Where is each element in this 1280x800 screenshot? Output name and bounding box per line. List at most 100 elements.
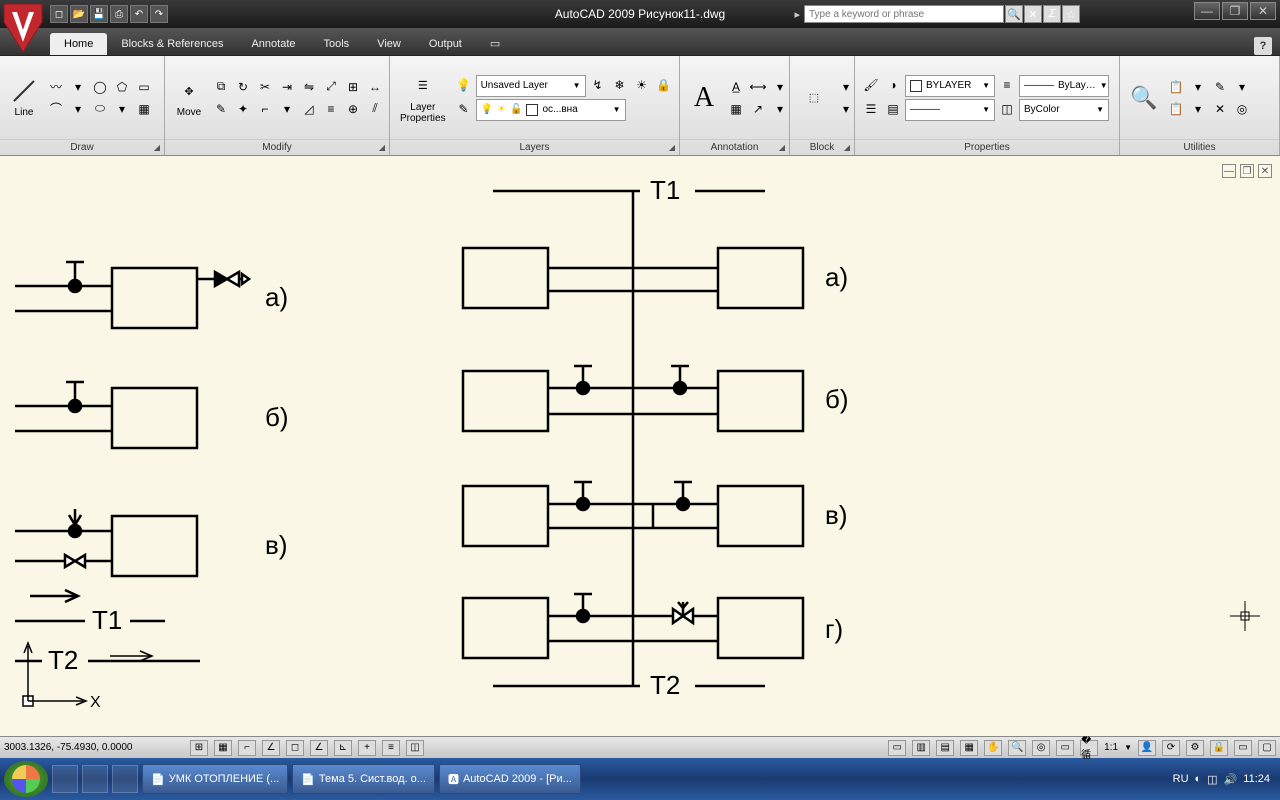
util6-icon[interactable]: ▾ — [1188, 99, 1208, 119]
list-icon[interactable]: ☰ — [861, 99, 881, 119]
arc2-dd-icon[interactable]: ▾ — [68, 99, 88, 119]
drawing-canvas[interactable]: — ❐ ✕ а) б) в) T1 — [0, 156, 1280, 736]
qat-new-icon[interactable]: ◻ — [50, 5, 68, 23]
util1-icon[interactable]: 📋 — [1166, 77, 1186, 97]
leader-icon[interactable]: ↗ — [748, 99, 768, 119]
util8-icon[interactable]: ◎ — [1232, 99, 1252, 119]
quicklaunch-3[interactable] — [112, 765, 138, 793]
scale-label[interactable]: 1:1 — [1104, 742, 1118, 753]
model-toggle[interactable]: ▭ — [888, 740, 906, 756]
tab-view[interactable]: View — [363, 33, 415, 55]
qat-redo-icon[interactable]: ↷ — [150, 5, 168, 23]
search-go-icon[interactable]: 🔍 — [1005, 5, 1023, 23]
lang-indicator[interactable]: RU — [1173, 773, 1189, 785]
qat-print-icon[interactable]: ⎙ — [110, 5, 128, 23]
tab-home[interactable]: Home — [50, 33, 107, 55]
layer-lock-icon[interactable]: 🔒 — [654, 75, 674, 95]
layer-frz-icon[interactable]: ❄ — [610, 75, 630, 95]
toolbar-lock-icon[interactable]: 🔒 — [1210, 740, 1228, 756]
util3-icon[interactable]: ✎ — [1210, 77, 1230, 97]
fillet-dd-icon[interactable]: ▾ — [277, 99, 297, 119]
search-input[interactable] — [804, 5, 1004, 23]
layer-iso-icon[interactable]: ↯ — [588, 75, 608, 95]
zoom-icon[interactable]: 🔍 — [1008, 740, 1026, 756]
polygon-icon[interactable]: ⬠ — [112, 77, 132, 97]
clock[interactable]: 11:24 — [1243, 773, 1270, 785]
qat-undo-icon[interactable]: ↶ — [130, 5, 148, 23]
linetype-dropdown[interactable]: ———ByLay…▼ — [1019, 75, 1109, 97]
tab-extras-icon[interactable]: ▭ — [476, 32, 514, 55]
util4-icon[interactable]: ▾ — [1232, 77, 1252, 97]
block-edit-icon[interactable]: ▾ — [836, 99, 856, 119]
stretch-icon[interactable]: ↔ — [365, 77, 385, 97]
start-button[interactable] — [4, 761, 48, 797]
dim-icon[interactable]: ⟷ — [748, 77, 768, 97]
scale-icon[interactable]: ⤢ — [321, 77, 341, 97]
taskbar-item-2[interactable]: 📄 Тема 5. Сист.вод. о... — [292, 764, 435, 794]
search-opt1-icon[interactable]: ✕ — [1024, 5, 1042, 23]
clean-screen-icon[interactable]: ▢ — [1258, 740, 1276, 756]
hatch-icon[interactable]: ▦ — [134, 99, 154, 119]
minimize-button[interactable]: — — [1194, 2, 1220, 20]
tab-annotate[interactable]: Annotate — [237, 33, 309, 55]
ann-vis-icon[interactable]: 👤 — [1138, 740, 1156, 756]
tray-icon-2[interactable]: ◫ — [1207, 773, 1217, 786]
prop-color-icon[interactable]: ◑ — [883, 75, 903, 95]
table-icon[interactable]: ▦ — [726, 99, 746, 119]
taskbar-item-1[interactable]: 📄 УМК ОТОПЛЕНИЕ (... — [142, 764, 288, 794]
lwt-toggle[interactable]: ≡ — [382, 740, 400, 756]
search-opt2-icon[interactable]: 𝛴 — [1043, 5, 1061, 23]
current-layer-dropdown[interactable]: 💡☀🔓 ос...вна▼ — [476, 99, 626, 121]
zoom-button[interactable]: 🔍 — [1126, 82, 1162, 114]
search-star-icon[interactable]: ☆ — [1062, 5, 1080, 23]
rotate-icon[interactable]: ↻ — [233, 77, 253, 97]
layout3-icon[interactable]: ▦ — [960, 740, 978, 756]
ortho-toggle[interactable]: ⌐ — [238, 740, 256, 756]
qat-save-icon[interactable]: 💾 — [90, 5, 108, 23]
util2-icon[interactable]: ▾ — [1188, 77, 1208, 97]
circle-icon[interactable]: ◯ — [90, 77, 110, 97]
util5-icon[interactable]: 📋 — [1166, 99, 1186, 119]
dyn-toggle[interactable]: + — [358, 740, 376, 756]
tab-output[interactable]: Output — [415, 33, 476, 55]
showmotion-icon[interactable]: ▭ — [1056, 740, 1074, 756]
tray-icon-1[interactable]: ◐ — [1195, 773, 1202, 785]
polar-toggle[interactable]: ∠ — [262, 740, 280, 756]
plotstyle-dropdown[interactable]: ByColor▼ — [1019, 99, 1109, 121]
leader-dd-icon[interactable]: ▾ — [770, 99, 790, 119]
text-button[interactable]: A — [686, 82, 722, 114]
match-props-icon[interactable]: 🖌 — [861, 75, 881, 95]
chamfer-icon[interactable]: ◿ — [299, 99, 319, 119]
app-logo[interactable] — [2, 2, 44, 54]
steering-icon[interactable]: ◎ — [1032, 740, 1050, 756]
block-create-icon[interactable]: ▾ — [836, 77, 856, 97]
help-button[interactable]: ? — [1254, 37, 1272, 55]
array-icon[interactable]: ⊞ — [343, 77, 363, 97]
pan-icon[interactable]: ✋ — [984, 740, 1002, 756]
ws-switch-icon[interactable]: ⚙ — [1186, 740, 1204, 756]
offset-icon[interactable]: ≡ — [321, 99, 341, 119]
plot-style-icon[interactable]: ◫ — [997, 99, 1017, 119]
insert-block-button[interactable]: ⬚ — [796, 82, 832, 114]
qp-toggle[interactable]: ◫ — [406, 740, 424, 756]
hardware-icon[interactable]: ▭ — [1234, 740, 1252, 756]
layer-thw-icon[interactable]: ☀ — [632, 75, 652, 95]
layer-state-dropdown[interactable]: Unsaved Layer▼ — [476, 75, 586, 97]
util7-icon[interactable]: ✕ — [1210, 99, 1230, 119]
snap-toggle[interactable]: ⊞ — [190, 740, 208, 756]
dim-dd-icon[interactable]: ▾ — [770, 77, 790, 97]
layer-off-icon[interactable]: 💡 — [454, 75, 474, 95]
prop2-icon[interactable]: ▤ — [883, 99, 903, 119]
ann-auto-icon[interactable]: ⟳ — [1162, 740, 1180, 756]
layout2-icon[interactable]: ▤ — [936, 740, 954, 756]
break-icon[interactable]: ⫽ — [365, 99, 385, 119]
grid-toggle[interactable]: ▦ — [214, 740, 232, 756]
lineweight-dropdown[interactable]: ———▼ — [905, 99, 995, 121]
copy-icon[interactable]: ⧉ — [211, 77, 231, 97]
ellipse-dd-icon[interactable]: ▾ — [112, 99, 132, 119]
rect-icon[interactable]: ▭ — [134, 77, 154, 97]
close-button[interactable]: ✕ — [1250, 2, 1276, 20]
otrack-toggle[interactable]: ∠ — [310, 740, 328, 756]
taskbar-item-3[interactable]: 🅰 AutoCAD 2009 - [Ри... — [439, 764, 581, 794]
quicklaunch-1[interactable] — [52, 765, 78, 793]
